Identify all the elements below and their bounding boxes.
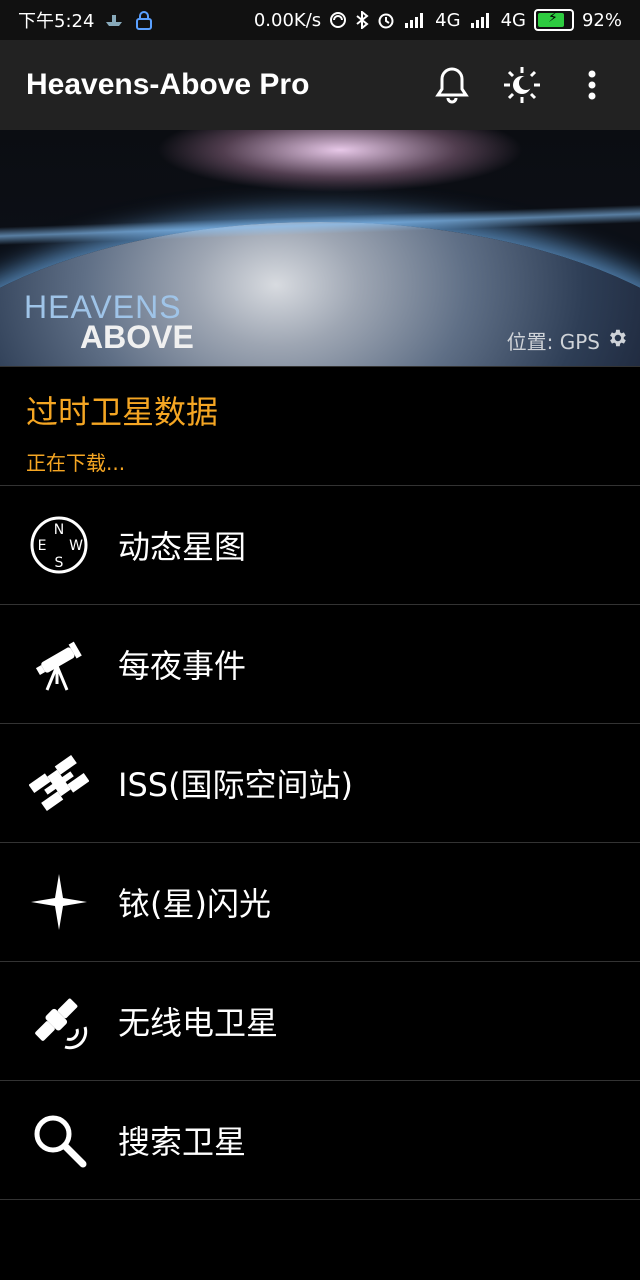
menu-item-nightly-events[interactable]: 每夜事件: [0, 605, 640, 724]
menu-label: 铱(星)闪光: [118, 885, 271, 923]
menu-item-iridium-flares[interactable]: 铱(星)闪光: [0, 843, 640, 962]
menu-item-radio-satellites[interactable]: 无线电卫星: [0, 962, 640, 1081]
data-icon: [329, 11, 347, 29]
signal2-label: 4G: [500, 9, 526, 31]
net-speed: 0.00K/s: [253, 9, 322, 31]
signal-hd-icon: [403, 11, 427, 29]
location-label: 位置: GPS: [506, 330, 600, 354]
heavens-above-logo: HEAVENS ABOVE: [24, 289, 194, 355]
iss-icon: [28, 752, 90, 814]
svg-text:W: W: [69, 538, 83, 554]
bluetooth-icon: [355, 11, 369, 29]
menu-label: ISS(国际空间站): [118, 766, 354, 804]
flare-icon: [28, 871, 90, 933]
brightness-icon[interactable]: [500, 63, 544, 107]
menu-label: 无线电卫星: [118, 1004, 279, 1042]
status-bar: 下午5:24 0.00K/s 4G 4G ⚡ 92%: [0, 0, 640, 40]
hero-banner: HEAVENS ABOVE 位置: GPS: [0, 130, 640, 366]
compass-icon: N S E W: [28, 514, 90, 576]
battery-icon: ⚡: [533, 9, 574, 31]
warning-status: 正在下载...: [26, 451, 126, 475]
svg-text:E: E: [38, 538, 47, 554]
menu-label: 搜索卫星: [118, 1123, 247, 1161]
warning-title: 过时卫星数据: [26, 393, 219, 431]
menu-item-iss[interactable]: ISS(国际空间站): [0, 724, 640, 843]
menu-label: 动态星图: [118, 528, 247, 566]
radio-satellite-icon: [28, 990, 90, 1052]
alarm-icon: [377, 11, 395, 29]
ship-icon: [104, 12, 124, 28]
svg-text:S: S: [55, 555, 64, 571]
menu-item-search-satellites[interactable]: 搜索卫星: [0, 1081, 640, 1200]
menu-item-sky-chart[interactable]: N S E W 动态星图: [0, 486, 640, 605]
bell-icon[interactable]: [430, 63, 474, 107]
signal1-label: 4G: [435, 9, 461, 31]
location-setting[interactable]: 位置: GPS: [507, 326, 628, 355]
app-title: Heavens-Above Pro: [26, 68, 310, 101]
menu-label: 每夜事件: [118, 647, 247, 685]
main-menu: N S E W 动态星图 每夜事件 ISS(国际空间站) 铱(星)闪光 无线电卫…: [0, 486, 640, 1200]
svg-text:N: N: [54, 522, 64, 538]
battery-percent: 92%: [581, 9, 622, 31]
status-time: 下午5:24: [18, 11, 95, 32]
outdated-data-banner[interactable]: 过时卫星数据 正在下载...: [0, 366, 640, 486]
app-bar: Heavens-Above Pro: [0, 40, 640, 130]
telescope-icon: [28, 633, 90, 695]
overflow-menu-icon[interactable]: [570, 63, 614, 107]
lock-icon: [134, 10, 154, 30]
gear-icon: [606, 327, 628, 354]
search-icon: [28, 1109, 90, 1171]
signal-icon: [469, 11, 493, 29]
